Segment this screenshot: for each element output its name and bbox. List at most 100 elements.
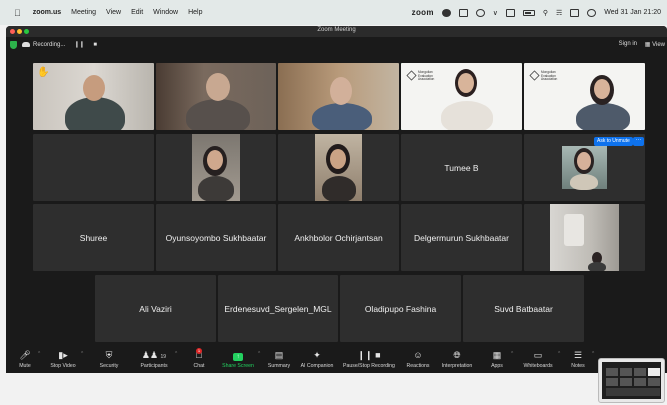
org-logo-mark xyxy=(529,70,540,81)
video-options-chevron-icon[interactable]: ⌃ xyxy=(80,351,84,357)
org-logo: Mongolian Evaluation Association xyxy=(529,70,557,82)
menu-help[interactable]: Help xyxy=(188,9,202,16)
ask-to-unmute-button[interactable]: Ask to Unmute xyxy=(594,137,633,146)
video-tile-3[interactable] xyxy=(278,63,399,130)
notes-options-chevron-icon[interactable]: ⌃ xyxy=(591,351,595,357)
participant-name: Oyunsoyombo Sukhbaatar xyxy=(165,232,267,243)
apps-button[interactable]: ▦ Apps xyxy=(486,350,508,369)
participant-tile-delgermurun[interactable]: Delgermurun Sukhbaatar xyxy=(401,204,522,271)
participant-silhouette xyxy=(186,99,250,130)
notes-button[interactable]: ☰ Notes xyxy=(566,350,590,369)
menubar-status: zoom ∨ ⚲ ☴ Wed 31 Jan 21:20 xyxy=(412,0,661,25)
audio-options-chevron-icon[interactable]: ⌃ xyxy=(37,351,41,357)
thumbnail-tile xyxy=(606,388,660,396)
window-titlebar: Zoom Meeting xyxy=(6,26,667,37)
video-tile-active-speaker[interactable]: Mongolian Evaluation Association xyxy=(401,63,522,130)
chat-button[interactable]: □ 1 Chat xyxy=(188,348,210,369)
mute-button[interactable]: 🎤︎ Mute xyxy=(14,350,36,369)
menu-app[interactable]: zoom.us xyxy=(33,9,61,16)
record-status-icon[interactable] xyxy=(441,8,451,17)
reactions-button[interactable]: ☺ Reactions xyxy=(404,350,432,369)
participant-face xyxy=(206,73,230,101)
participant-tile-ankhbolor[interactable]: Ankhbolor Ochirjantsan xyxy=(278,204,399,271)
menu-meeting[interactable]: Meeting xyxy=(71,9,96,16)
ai-companion-button[interactable]: ✦ AI Companion xyxy=(298,350,336,369)
menu-edit[interactable]: Edit xyxy=(131,9,143,16)
ai-companion-label: AI Companion xyxy=(300,363,334,369)
meeting-top-strip: Recording... ❙❙ ■ Sign in ▦ View xyxy=(6,37,667,54)
participant-tile-erdenesuvd[interactable]: Erdenesuvd_Sergelen_MGL xyxy=(218,275,338,342)
smiley-icon: ☺ xyxy=(413,350,423,360)
battery-icon[interactable] xyxy=(522,9,535,16)
menu-window[interactable]: Window xyxy=(153,9,178,16)
grid-icon: ▦ xyxy=(644,42,653,48)
globe-icon: 🌐︎ xyxy=(453,350,461,360)
siri-icon[interactable] xyxy=(587,8,597,17)
view-button[interactable]: ▦ View xyxy=(645,41,665,48)
wifi-icon[interactable]: ☴ xyxy=(556,9,562,17)
stop-recording-icon[interactable]: ■ xyxy=(93,42,97,48)
participants-button[interactable]: ♟♟ 19 Participants xyxy=(134,350,174,369)
sparkle-icon: ✦ xyxy=(313,350,321,360)
participant-tile-shuree[interactable]: Shuree xyxy=(33,204,154,271)
pause-stop-recording-button[interactable]: ❙❙ ■ Pause/Stop Recording xyxy=(340,350,398,369)
participant-silhouette xyxy=(576,103,630,130)
video-tile-2[interactable] xyxy=(156,63,276,130)
security-shield-icon[interactable] xyxy=(10,41,17,49)
recording-indicator[interactable]: Recording... ❙❙ ■ xyxy=(22,41,97,48)
cloud-record-icon xyxy=(22,42,30,47)
mac-menubar:  zoom.us Meeting View Edit Window Help … xyxy=(0,0,667,25)
video-tile-5[interactable]: Mongolian Evaluation Association xyxy=(524,63,645,130)
apps-options-chevron-icon[interactable]: ⌃ xyxy=(510,351,514,357)
stop-video-button[interactable]: ▮▸ Stop Video xyxy=(46,350,80,369)
control-center-icon[interactable] xyxy=(570,8,580,17)
share-screen-label: Share Screen xyxy=(222,363,254,369)
raised-hand-icon: ✋ xyxy=(37,67,50,78)
more-options-button[interactable]: ··· xyxy=(633,137,644,146)
menubar-datetime[interactable]: Wed 31 Jan 21:20 xyxy=(604,9,661,16)
security-button[interactable]: ⛨ Security xyxy=(94,350,124,369)
apps-icon: ▦ xyxy=(492,350,502,360)
microphone-icon: 🎤︎ xyxy=(19,350,31,360)
participant-silhouette xyxy=(312,103,372,130)
participant-tile-oladipupo[interactable]: Oladipupo Fashina xyxy=(340,275,461,342)
video-camera-icon: ▮▸ xyxy=(58,350,68,360)
participant-silhouette xyxy=(322,176,356,201)
share-screen-button[interactable]: ↑ Share Screen xyxy=(220,350,256,369)
participant-tile-suvd[interactable]: Suvd Batbaatar xyxy=(463,275,584,342)
video-tile-9[interactable] xyxy=(524,204,645,271)
whiteboards-label: Whiteboards xyxy=(523,363,553,369)
search-icon[interactable]: ⚲ xyxy=(543,9,548,17)
share-options-chevron-icon[interactable]: ⌃ xyxy=(257,351,261,357)
video-tile-7[interactable] xyxy=(278,134,399,201)
sign-in-link[interactable]: Sign in xyxy=(619,41,637,47)
notes-label: Notes xyxy=(571,363,585,369)
menu-view[interactable]: View xyxy=(106,9,121,16)
zoom-logo[interactable]: zoom xyxy=(412,8,434,17)
participant-tile-oyunsoyombo[interactable]: Oyunsoyombo Sukhbaatar xyxy=(156,204,276,271)
screen-icon[interactable] xyxy=(458,8,468,17)
meeting-toolbar: 🎤︎ Mute ⌃ ▮▸ Stop Video ⌃ ⛨ Security ♟♟ 19 P… xyxy=(6,347,667,373)
participant-tile-tumee[interactable]: Tumee B xyxy=(401,134,522,201)
summary-button[interactable]: ▤ Summary xyxy=(264,350,294,369)
screenshot-thumbnail[interactable] xyxy=(598,358,665,403)
pause-recording-icon[interactable]: ❙❙ xyxy=(74,41,84,48)
participant-name: Tumee B xyxy=(444,162,479,173)
bluetooth-icon[interactable]: ∨ xyxy=(493,9,498,17)
participant-tile-ali[interactable]: Ali Vaziri xyxy=(95,275,216,342)
apple-icon[interactable]:  xyxy=(14,8,21,18)
share-screen-icon: ↑ xyxy=(220,350,256,361)
whiteboards-options-chevron-icon[interactable]: ⌃ xyxy=(557,351,561,357)
whiteboards-button[interactable]: ▭ Whiteboards xyxy=(520,350,556,369)
timer-icon[interactable] xyxy=(475,8,485,17)
video-tile-empty[interactable] xyxy=(33,134,154,201)
participants-options-chevron-icon[interactable]: ⌃ xyxy=(174,351,178,357)
video-feed xyxy=(550,204,619,271)
pause-stop-recording-label: Pause/Stop Recording xyxy=(343,363,395,369)
video-tile-1[interactable]: ✋ xyxy=(33,63,154,130)
keyboard-input-icon[interactable] xyxy=(505,8,515,17)
interpretation-button[interactable]: 🌐︎ Interpretation xyxy=(438,350,476,369)
thumbnail-preview xyxy=(602,362,661,399)
video-tile-6[interactable] xyxy=(156,134,276,201)
thumbnail-tile xyxy=(648,368,660,376)
